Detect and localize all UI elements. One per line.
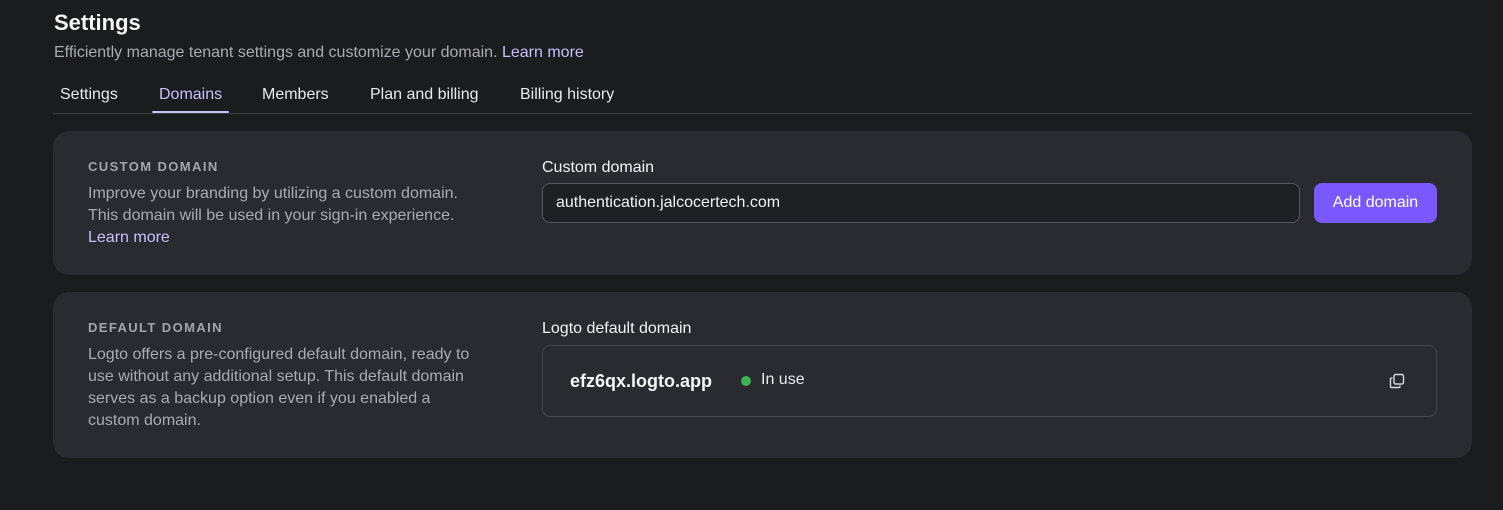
tab-billing-history[interactable]: Billing history <box>520 86 614 104</box>
tab-domains[interactable]: Domains <box>159 86 222 104</box>
default-domain-heading: DEFAULT DOMAIN <box>88 320 223 335</box>
settings-tabs: Settings Domains Members Plan and billin… <box>53 78 1472 114</box>
active-tab-indicator <box>152 111 229 113</box>
custom-domain-learn-more-link[interactable]: Learn more <box>88 229 170 246</box>
status-label: In use <box>761 371 805 388</box>
settings-page: Settings Efficiently manage tenant setti… <box>0 0 1503 510</box>
default-domain-value: efz6qx.logto.app <box>570 371 713 391</box>
custom-domain-description: Improve your branding by utilizing a cus… <box>88 183 478 249</box>
tab-plan-and-billing[interactable]: Plan and billing <box>370 86 479 104</box>
default-domain-field-label: Logto default domain <box>542 320 692 337</box>
status-dot-icon <box>741 376 751 386</box>
add-domain-button[interactable]: Add domain <box>1314 183 1437 223</box>
custom-domain-heading: CUSTOM DOMAIN <box>88 159 219 174</box>
custom-domain-description-text: Improve your branding by utilizing a cus… <box>88 185 458 224</box>
page-title: Settings <box>54 10 141 35</box>
default-domain-description: Logto offers a pre-configured default do… <box>88 346 470 429</box>
custom-domain-input[interactable] <box>542 183 1300 223</box>
page-subtitle: Efficiently manage tenant settings and c… <box>54 44 584 62</box>
page-subtitle-text: Efficiently manage tenant settings and c… <box>54 44 498 61</box>
default-domain-card: DEFAULT DOMAIN Logto offers a pre-config… <box>53 292 1472 458</box>
copy-icon[interactable] <box>1389 373 1405 389</box>
header-learn-more-link[interactable]: Learn more <box>502 44 584 61</box>
custom-domain-card: CUSTOM DOMAIN Improve your branding by u… <box>53 131 1472 275</box>
default-domain-box: efz6qx.logto.app In use <box>542 345 1437 417</box>
custom-domain-field-label: Custom domain <box>542 159 655 176</box>
tab-settings[interactable]: Settings <box>60 86 118 104</box>
tab-members[interactable]: Members <box>262 86 329 104</box>
